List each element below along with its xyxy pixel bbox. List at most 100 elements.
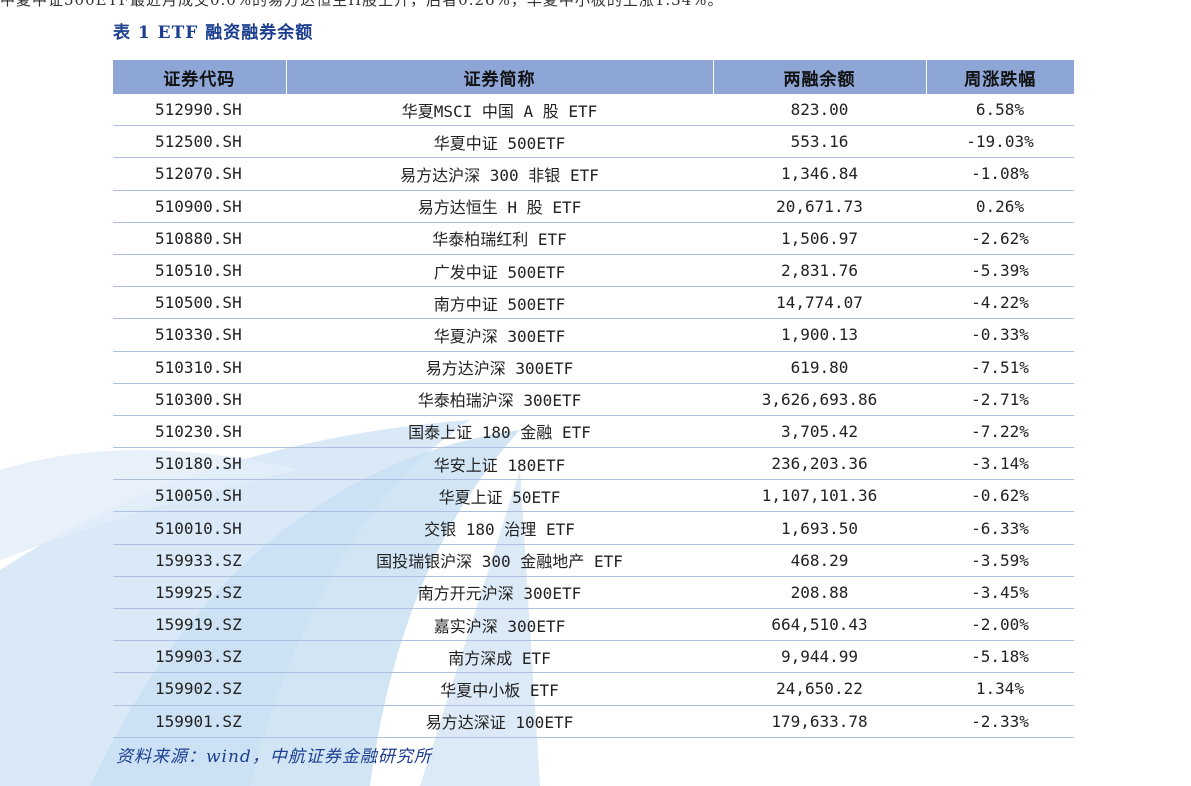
cell-name: 南方中证 500ETF [286, 286, 713, 320]
header-name: 证券简称 [286, 60, 714, 94]
cell-weekly-change: -2.71% [926, 383, 1074, 416]
cell-balance: 14,774.07 [713, 286, 926, 320]
cell-weekly-change: 6.58% [926, 94, 1074, 127]
cell-balance: 553.16 [713, 125, 926, 159]
cell-name: 国泰上证 180 金融 ETF [286, 415, 713, 449]
cell-balance: 468.29 [713, 544, 926, 577]
cell-weekly-change: -7.22% [926, 415, 1074, 449]
table-row: 510050.SH 华夏上证 50ETF 1,107,101.36 -0.62% [113, 479, 1074, 513]
cell-weekly-change: -0.62% [926, 479, 1074, 513]
cell-code: 510050.SH [113, 479, 286, 513]
cell-weekly-change: 1.34% [926, 672, 1074, 706]
table-row: 510510.SH 广发中证 500ETF 2,831.76 -5.39% [113, 254, 1074, 288]
table-row: 159919.SZ 嘉实沪深 300ETF 664,510.43 -2.00% [113, 608, 1074, 642]
table-row: 510500.SH 南方中证 500ETF 14,774.07 -4.22% [113, 286, 1074, 320]
cell-name: 华夏MSCI 中国 A 股 ETF [286, 94, 713, 127]
header-code: 证券代码 [113, 60, 287, 94]
etf-margin-table: 证券代码 证券简称 两融余额 周涨跌幅 512990.SH 华夏MSCI 中国 A… [113, 60, 1074, 738]
table-header-row: 证券代码 证券简称 两融余额 周涨跌幅 [113, 60, 1074, 94]
cell-name: 华夏中证 500ETF [286, 125, 713, 159]
cell-name: 易方达深证 100ETF [286, 705, 713, 738]
table-row: 510010.SH 交银 180 治理 ETF 1,693.50 -6.33% [113, 511, 1074, 545]
cell-code: 159919.SZ [113, 608, 286, 642]
cell-weekly-change: -3.59% [926, 544, 1074, 577]
cell-balance: 3,705.42 [713, 415, 926, 449]
table-caption: 表 1 ETF 融资融券余额 [113, 23, 314, 43]
cell-code: 159925.SZ [113, 576, 286, 610]
cell-code: 510300.SH [113, 383, 286, 416]
cell-balance: 2,831.76 [713, 254, 926, 288]
cell-code: 512500.SH [113, 125, 286, 159]
cell-code: 159903.SZ [113, 640, 286, 674]
cell-balance: 3,626,693.86 [713, 383, 926, 416]
cell-balance: 1,693.50 [713, 511, 926, 545]
header-balance: 两融余额 [713, 60, 927, 94]
cell-balance: 24,650.22 [713, 672, 926, 706]
cell-weekly-change: -7.51% [926, 351, 1074, 384]
cell-balance: 619.80 [713, 351, 926, 384]
cell-weekly-change: -6.33% [926, 511, 1074, 545]
cell-balance: 664,510.43 [713, 608, 926, 642]
cell-name: 国投瑞银沪深 300 金融地产 ETF [286, 544, 713, 577]
cell-code: 510330.SH [113, 318, 286, 352]
cell-name: 华泰柏瑞沪深 300ETF [286, 383, 713, 416]
table-row: 512990.SH 华夏MSCI 中国 A 股 ETF 823.00 6.58% [113, 94, 1074, 127]
cell-name: 华泰柏瑞红利 ETF [286, 222, 713, 255]
cell-balance: 823.00 [713, 94, 926, 127]
cell-name: 华夏上证 50ETF [286, 479, 713, 513]
cell-weekly-change: -4.22% [926, 286, 1074, 320]
cell-code: 159902.SZ [113, 672, 286, 706]
table-row: 512500.SH 华夏中证 500ETF 553.16 -19.03% [113, 125, 1074, 159]
table-row: 159902.SZ 华夏中小板 ETF 24,650.22 1.34% [113, 672, 1074, 706]
cell-name: 华安上证 180ETF [286, 447, 713, 481]
cell-weekly-change: -2.62% [926, 222, 1074, 255]
cell-weekly-change: -3.45% [926, 576, 1074, 610]
cell-weekly-change: 0.26% [926, 190, 1074, 223]
cell-code: 159933.SZ [113, 544, 286, 577]
table-row: 512070.SH 易方达沪深 300 非银 ETF 1,346.84 -1.08% [113, 157, 1074, 191]
cell-name: 华夏中小板 ETF [286, 672, 713, 706]
previous-paragraph-fragment: 中夏中证500ETF最近月成交0.0%的易方达恒生H股上升，后者0.26%，华夏… [0, 0, 724, 9]
cell-name: 华夏沪深 300ETF [286, 318, 713, 352]
cell-balance: 1,107,101.36 [713, 479, 926, 513]
cell-weekly-change: -19.03% [926, 125, 1074, 159]
table-row: 159901.SZ 易方达深证 100ETF 179,633.78 -2.33% [113, 705, 1074, 738]
cell-balance: 236,203.36 [713, 447, 926, 481]
table-row: 159903.SZ 南方深成 ETF 9,944.99 -5.18% [113, 640, 1074, 674]
cell-code: 510880.SH [113, 222, 286, 255]
cell-code: 510500.SH [113, 286, 286, 320]
cell-balance: 20,671.73 [713, 190, 926, 223]
table-row: 159933.SZ 国投瑞银沪深 300 金融地产 ETF 468.29 -3.59% [113, 544, 1074, 577]
cell-code: 512070.SH [113, 157, 286, 191]
cell-weekly-change: -3.14% [926, 447, 1074, 481]
cell-balance: 9,944.99 [713, 640, 926, 674]
cell-name: 南方开元沪深 300ETF [286, 576, 713, 610]
cell-balance: 208.88 [713, 576, 926, 610]
table-row: 510880.SH 华泰柏瑞红利 ETF 1,506.97 -2.62% [113, 222, 1074, 255]
table-row: 510330.SH 华夏沪深 300ETF 1,900.13 -0.33% [113, 318, 1074, 352]
table-row: 510230.SH 国泰上证 180 金融 ETF 3,705.42 -7.22% [113, 415, 1074, 449]
cell-code: 510900.SH [113, 190, 286, 223]
cell-code: 510510.SH [113, 254, 286, 288]
table-row: 510900.SH 易方达恒生 H 股 ETF 20,671.73 0.26% [113, 190, 1074, 223]
cell-balance: 179,633.78 [713, 705, 926, 738]
table-row: 510180.SH 华安上证 180ETF 236,203.36 -3.14% [113, 447, 1074, 481]
cell-code: 510180.SH [113, 447, 286, 481]
cell-weekly-change: -2.33% [926, 705, 1074, 738]
cell-code: 159901.SZ [113, 705, 286, 738]
cell-weekly-change: -1.08% [926, 157, 1074, 191]
cell-code: 510310.SH [113, 351, 286, 384]
cell-name: 广发中证 500ETF [286, 254, 713, 288]
cell-name: 南方深成 ETF [286, 640, 713, 674]
cell-code: 510010.SH [113, 511, 286, 545]
cell-balance: 1,900.13 [713, 318, 926, 352]
cell-code: 512990.SH [113, 94, 286, 127]
cell-weekly-change: -2.00% [926, 608, 1074, 642]
cell-weekly-change: -5.39% [926, 254, 1074, 288]
table-row: 510300.SH 华泰柏瑞沪深 300ETF 3,626,693.86 -2.71% [113, 383, 1074, 416]
table-body: 512990.SH 华夏MSCI 中国 A 股 ETF 823.00 6.58% 512… [113, 94, 1074, 738]
header-weekly-change: 周涨跌幅 [926, 60, 1074, 94]
cell-code: 510230.SH [113, 415, 286, 449]
source-note: 资料来源：wind，中航证券金融研究所 [116, 747, 432, 767]
cell-name: 易方达恒生 H 股 ETF [286, 190, 713, 223]
